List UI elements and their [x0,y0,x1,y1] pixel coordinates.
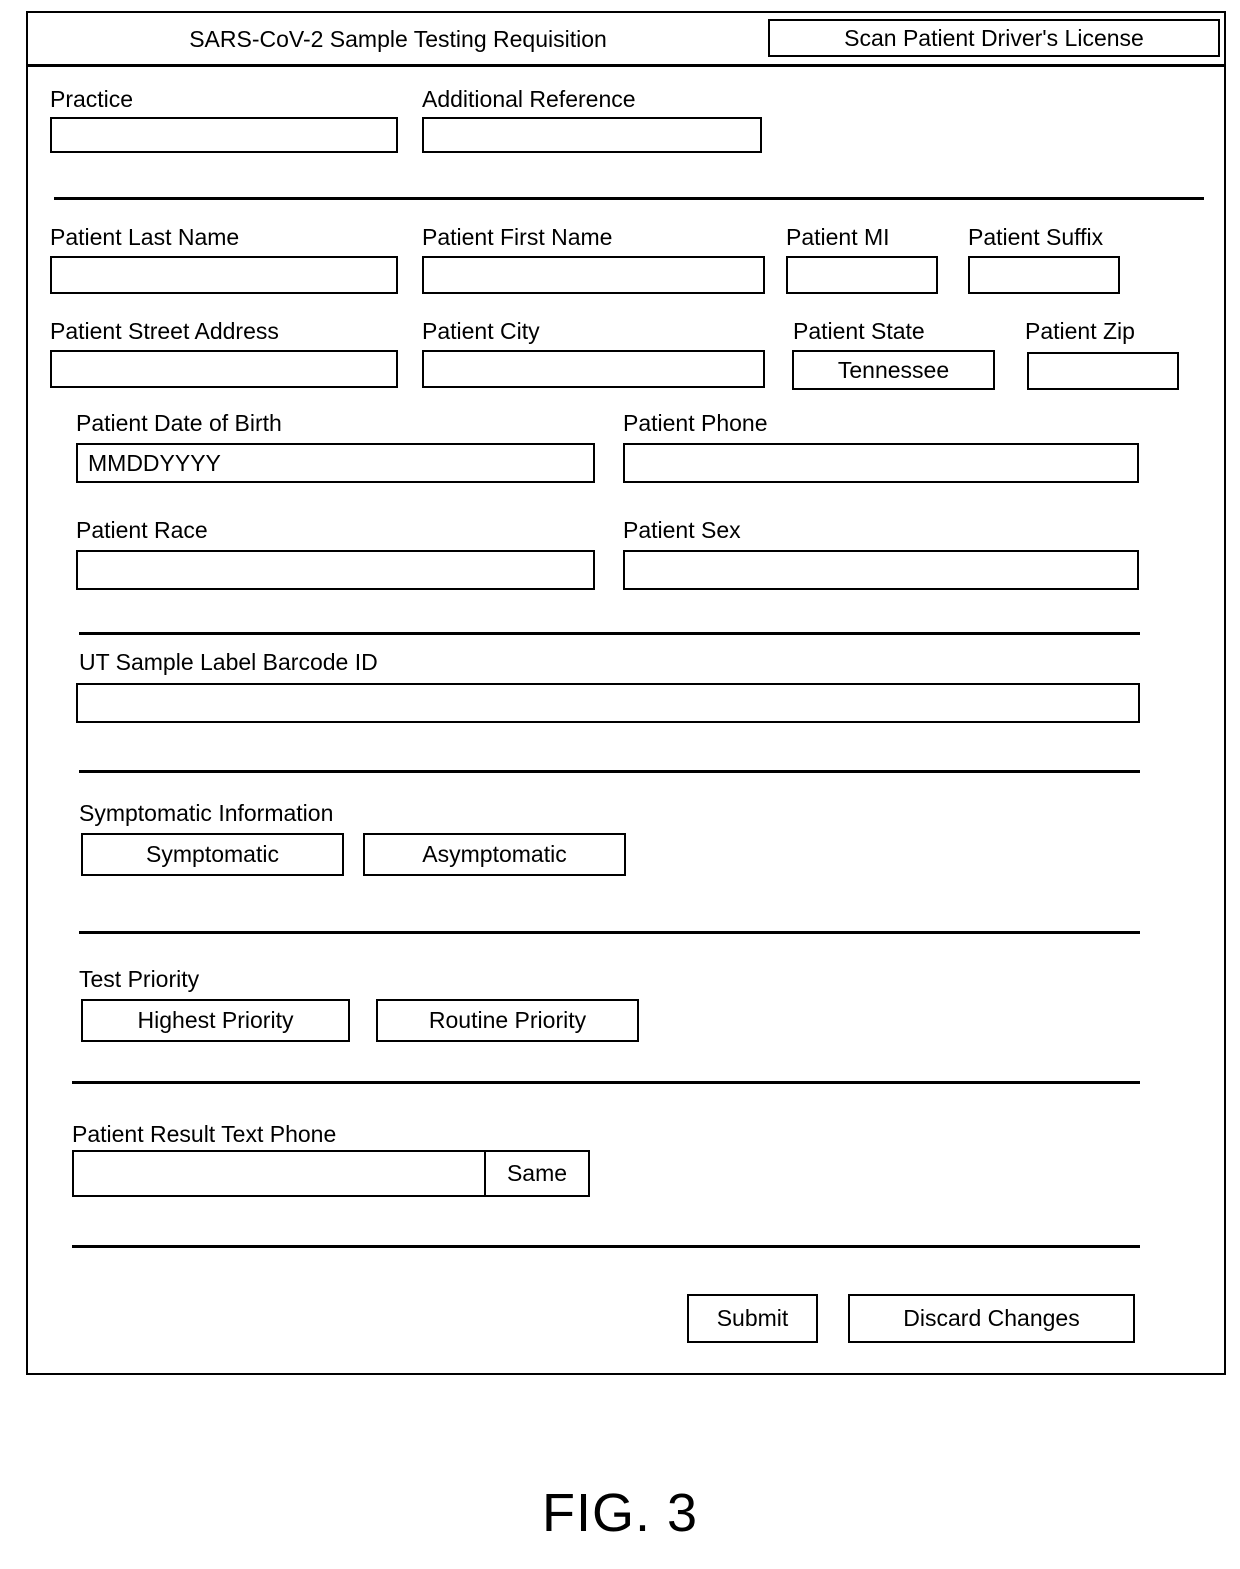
scan-drivers-license-button[interactable]: Scan Patient Driver's License [768,19,1220,57]
discard-changes-button[interactable]: Discard Changes [848,1294,1135,1343]
patient-street-address-input[interactable] [50,350,398,388]
practice-label: Practice [50,86,134,112]
additional-reference-label: Additional Reference [422,86,636,112]
patient-city-input[interactable] [422,350,765,388]
routine-priority-option-button[interactable]: Routine Priority [376,999,639,1042]
patient-sex-input[interactable] [623,550,1139,590]
patient-last-name-label: Patient Last Name [50,224,240,250]
patient-state-value: Tennessee [837,356,950,383]
requisition-form-frame: SARS-CoV-2 Sample Testing Requisition Sc… [26,11,1226,1375]
figure-caption: FIG. 3 [541,1483,699,1543]
patient-sex-label: Patient Sex [623,517,741,543]
patient-state-select[interactable]: Tennessee [792,350,995,390]
result-text-phone-label: Patient Result Text Phone [72,1121,337,1147]
patient-zip-label: Patient Zip [1025,318,1135,344]
divider-priority-resultphone [72,1081,1140,1084]
result-text-phone-input[interactable] [74,1152,486,1195]
highest-priority-option-button[interactable]: Highest Priority [81,999,350,1042]
result-text-phone-same-button[interactable]: Same [486,1152,588,1195]
patient-suffix-input[interactable] [968,256,1120,294]
asymptomatic-option-button[interactable]: Asymptomatic [363,833,626,876]
patient-mi-input[interactable] [786,256,938,294]
patient-city-label: Patient City [422,318,540,344]
practice-input[interactable] [50,117,398,153]
result-text-phone-group: Same [72,1150,590,1197]
symptomatic-option-button[interactable]: Symptomatic [81,833,344,876]
divider-symptomatic-priority [79,931,1140,934]
patient-phone-label: Patient Phone [623,410,768,436]
barcode-id-label: UT Sample Label Barcode ID [79,649,378,675]
symptomatic-section-label: Symptomatic Information [79,800,334,826]
divider-barcode-symptomatic [79,770,1140,773]
patient-last-name-input[interactable] [50,256,398,294]
divider-resultphone-actions [72,1245,1140,1248]
submit-button[interactable]: Submit [687,1294,818,1343]
patient-street-address-label: Patient Street Address [50,318,279,344]
patient-state-label: Patient State [793,318,925,344]
barcode-id-input[interactable] [76,683,1140,723]
divider-practice-patient [54,197,1204,200]
patient-dob-value: MMDDYYYY [88,449,221,476]
patient-phone-input[interactable] [623,443,1139,483]
additional-reference-input[interactable] [422,117,762,153]
patient-first-name-label: Patient First Name [422,224,613,250]
patient-zip-input[interactable] [1027,352,1179,390]
form-header: SARS-CoV-2 Sample Testing Requisition Sc… [28,13,1224,67]
patient-race-label: Patient Race [76,517,208,543]
patient-race-input[interactable] [76,550,595,590]
patient-suffix-label: Patient Suffix [968,224,1104,250]
patient-first-name-input[interactable] [422,256,765,294]
patient-mi-label: Patient MI [786,224,890,250]
test-priority-section-label: Test Priority [79,966,200,992]
divider-demographics-barcode [79,632,1140,635]
patient-dob-input[interactable]: MMDDYYYY [76,443,595,483]
page-title: SARS-CoV-2 Sample Testing Requisition [189,26,607,52]
patient-dob-label: Patient Date of Birth [76,410,282,436]
